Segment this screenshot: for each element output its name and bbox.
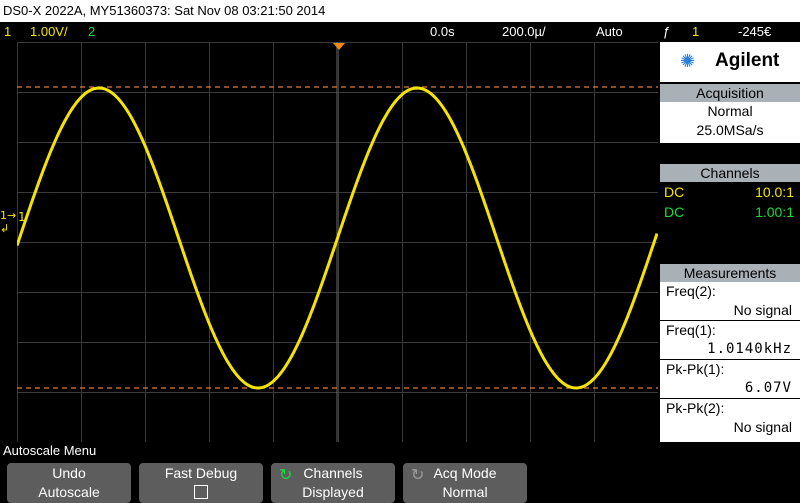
channels-displayed-button[interactable]: ↻ Channels Displayed <box>271 463 395 503</box>
agilent-spark-icon: ✺ <box>680 51 696 72</box>
acquisition-header: Acquisition <box>660 84 800 102</box>
channel-row-2[interactable]: DC 1.00:1 <box>660 202 800 222</box>
ch1-label[interactable]: 1 <box>4 22 11 42</box>
softkey-2-line1: Fast Debug <box>164 465 238 481</box>
ch1-scale[interactable]: 1.00V/ <box>30 22 68 42</box>
meas-4-name: Pk-Pk(2): <box>666 400 725 416</box>
trigger-position-marker[interactable] <box>333 43 345 50</box>
logo-text: Agilent <box>715 50 780 71</box>
trigger-mode[interactable]: Auto <box>596 22 623 42</box>
trigger-edge-icon: ƒ <box>663 24 671 39</box>
measurements-header: Measurements <box>660 264 800 282</box>
measurements-body: Freq(2): No signal Freq(1): 1.0140kHz Pk… <box>660 282 800 442</box>
meas-3-name: Pk-Pk(1): <box>666 361 725 377</box>
ch2-label[interactable]: 2 <box>88 22 95 42</box>
meas-3-value: 6.07V <box>744 380 792 396</box>
fast-debug-checkbox[interactable] <box>194 485 208 499</box>
side-panel: ✺ Agilent Acquisition Normal 25.0MSa/s C… <box>660 42 800 442</box>
fast-debug-button[interactable]: Fast Debug <box>139 463 263 503</box>
meas-4-value: No signal <box>733 419 792 435</box>
acq-rate: 25.0MSa/s <box>696 122 764 138</box>
status-bar: 1 1.00V/ 2 0.0s 200.0µ/ Auto ƒ 1 -245€ <box>0 22 800 42</box>
channel-row-1[interactable]: DC 10.0:1 <box>660 182 800 202</box>
meas-2-name: Freq(1): <box>666 322 716 338</box>
meas-1-name: Freq(2): <box>666 283 716 299</box>
undo-autoscale-button[interactable]: Undo Autoscale <box>7 463 131 503</box>
ch2-probe: 1.00:1 <box>755 204 794 220</box>
ch2-coupling: DC <box>664 204 685 220</box>
acq-mode-button[interactable]: ↻ Acq Mode Normal <box>403 463 527 503</box>
softkey-4-line1: Acq Mode <box>433 465 497 481</box>
trigger-source[interactable]: 1 <box>692 22 699 42</box>
time-offset[interactable]: 0.0s <box>430 22 455 42</box>
meas-1-value: No signal <box>733 302 792 318</box>
trigger-level-icon[interactable]: ↲ <box>0 222 9 235</box>
logo: ✺ Agilent <box>660 42 800 82</box>
acq-mode: Normal <box>707 103 753 119</box>
channels-body: DC 10.0:1 DC 1.00:1 <box>660 182 800 222</box>
ch1-probe: 10.0:1 <box>755 184 794 200</box>
softkey-3-line2: Displayed <box>302 484 364 500</box>
softkey-3-line1: Channels <box>303 465 363 481</box>
softkey-1-line1: Undo <box>52 465 86 481</box>
channels-header: Channels <box>660 164 800 182</box>
menu-title: Autoscale Menu <box>3 443 97 458</box>
meas-2-value: 1.0140kHz <box>707 341 792 357</box>
ch1-ground-marker[interactable]: 1→ <box>0 210 16 222</box>
ch1-id-marker: 1 <box>18 210 26 224</box>
ch1-coupling: DC <box>664 184 685 200</box>
trigger-level[interactable]: -245€ <box>738 22 771 42</box>
timebase[interactable]: 200.0µ/ <box>502 22 546 42</box>
acquisition-body: Normal 25.0MSa/s <box>660 102 800 143</box>
window-title: DS0-X 2022A, MY51360373: Sat Nov 08 03:2… <box>0 0 800 22</box>
softkey-1-line2: Autoscale <box>38 484 100 500</box>
waveform-display <box>17 42 658 442</box>
softkey-4-line2: Normal <box>442 484 488 500</box>
